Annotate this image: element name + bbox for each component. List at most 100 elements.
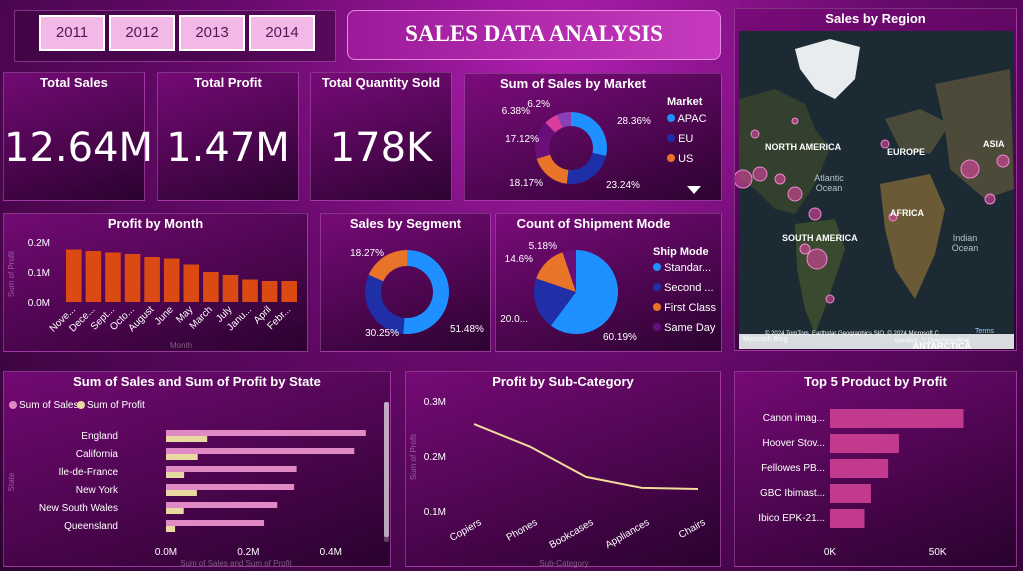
bar-sales (166, 448, 355, 454)
bar (124, 254, 141, 302)
y-tick-label: Ile-de-France (59, 467, 119, 478)
x-tick-label: 0K (824, 547, 837, 558)
sales-by-segment-panel: Sales by Segment 51.48% 30.25% 18.27% (320, 213, 491, 352)
map-bubble (960, 159, 980, 179)
y-tick-label: GBC Ibimast... (760, 488, 825, 499)
legend-item-same-day[interactable]: Same Day (653, 322, 715, 334)
map-bubble (996, 154, 1010, 168)
bar (203, 272, 219, 302)
sales-profit-by-state-panel: Sum of Sales and Sum of Profit by State … (3, 371, 391, 568)
map-label: Ocean (816, 183, 843, 193)
map-label: Indian (953, 233, 978, 243)
bar-profit (166, 454, 198, 460)
top-products-svg: Canon imag... Hoover Stov... Fellowes PB..… (758, 409, 964, 558)
bar-profit (166, 508, 184, 514)
y-tick-label: 0.2M (424, 452, 446, 463)
y-tick-label: 0.1M (424, 507, 446, 518)
x-tick-label: Chairs (677, 517, 708, 541)
map-bubble (791, 117, 799, 125)
bar-profit (166, 472, 185, 478)
profit-by-month-panel: Profit by Month 0.0M 0.1M 0.2M Nove... Dece.… (3, 213, 308, 352)
sales-by-region-panel: Sales by Region NORTH AMERICA EUROPE ASIA A… (734, 8, 1017, 351)
map-bubble (808, 207, 822, 221)
y-tick-label: California (76, 449, 119, 460)
world-map[interactable]: NORTH AMERICA EUROPEASIAAtlanticOceanAFRI… (735, 9, 1018, 352)
legend-label: Sum of Profit (87, 400, 145, 411)
legend-item-us[interactable]: US (667, 153, 693, 165)
kpi-label: Total Profit (194, 75, 262, 90)
data-label: 6.2% (527, 99, 550, 110)
map-attribution: © 2024 TomTom, Earthstar Geographics SIO… (765, 330, 939, 337)
map-bubble (825, 294, 835, 304)
shipment-mode-panel: Count of Shipment Mode 60.19% 20.0... 14.6… (495, 213, 722, 352)
kpi-total-sales: Total Sales 12.64M (3, 72, 153, 201)
y-tick-label: Hoover Stov... (762, 438, 825, 449)
map-label: NORTH AMERICA (765, 142, 842, 152)
map-label: AFRICA (890, 208, 924, 218)
bar (144, 257, 160, 302)
bar (85, 251, 102, 302)
x-axis-title: Sum of Sales and Sum of Profit (180, 559, 292, 568)
map-terms-link: Terms (975, 328, 995, 335)
map-bubble (750, 129, 760, 139)
map-bubble (799, 243, 811, 255)
map-label: SOUTH AMERICA (782, 233, 858, 243)
bar-sales (166, 520, 265, 526)
bar (830, 509, 865, 528)
legend-item-first-class[interactable]: First Class (653, 302, 716, 314)
legend-label: EU (678, 133, 694, 145)
year-button-2014[interactable]: 2014 (249, 15, 315, 51)
y-tick-label: 0.1M (28, 268, 50, 279)
data-label: 17.12% (505, 134, 539, 145)
bar-sales (166, 430, 366, 436)
bar-profit (166, 490, 197, 496)
data-label: 18.17% (509, 178, 543, 189)
data-label: 6.38% (502, 106, 530, 117)
legend-label: First Class (664, 302, 717, 314)
legend-label: APAC (677, 113, 707, 125)
year-button-2013[interactable]: 2013 (179, 15, 245, 51)
x-tick-label: 0.0M (155, 547, 177, 558)
x-tick-label: June (153, 304, 176, 327)
legend-item-apac[interactable]: APAC (667, 113, 707, 125)
legend-label: Same Day (664, 322, 716, 334)
bar (105, 252, 121, 302)
map-brand: Microsoft Bing (743, 336, 787, 343)
top-products-panel: Top 5 Product by Profit Canon imag... Hoo… (734, 371, 1017, 567)
year-button-2011[interactable]: 2011 (39, 15, 105, 51)
legend-dot (653, 283, 661, 291)
pie-slice (403, 250, 450, 334)
state-bar-svg: Sum of Sales Sum of Profit England Californ… (7, 400, 389, 568)
pie-slice (571, 112, 607, 156)
map-bubble (735, 169, 753, 189)
bar-profit (166, 436, 208, 442)
y-axis-title: Sum of Profit (7, 250, 16, 297)
legend-item-eu[interactable]: EU (667, 133, 693, 145)
x-tick-label: Phones (505, 517, 540, 543)
legend-item-second-class[interactable]: Second ... (653, 282, 714, 294)
x-tick-label: 0.2M (237, 547, 259, 558)
year-button-2012[interactable]: 2012 (109, 15, 175, 51)
map-label: Atlantic (814, 173, 844, 183)
legend-label: Standar... (664, 262, 712, 274)
map-bubble (774, 173, 786, 185)
x-tick-label: 0.4M (320, 547, 342, 558)
bar (242, 279, 258, 302)
y-tick-label: 0.0M (28, 298, 50, 309)
data-label: 28.36% (617, 116, 651, 127)
kpi-total-quantity: Total Quantity Sold 178K (310, 72, 452, 201)
y-tick-label: Queensland (64, 521, 118, 532)
year-slicer: 2011 2012 2013 2014 (14, 10, 336, 62)
bar-sales (166, 502, 278, 508)
legend-item-standard[interactable]: Standar... (653, 262, 711, 274)
bar (830, 484, 871, 503)
segment-donut-svg: 51.48% 30.25% 18.27% (350, 248, 484, 339)
sales-by-market-panel: Sum of Sales by Market 28.36% 23.24% 18.17… (464, 73, 722, 201)
map-label: EUROPE (887, 147, 925, 157)
legend-scroll-down-icon[interactable] (687, 186, 701, 194)
x-tick-label: 50K (929, 547, 947, 558)
data-label: 14.6% (505, 254, 533, 265)
data-label: 51.48% (450, 324, 484, 335)
pie-slice (566, 152, 607, 184)
bar (261, 281, 278, 302)
